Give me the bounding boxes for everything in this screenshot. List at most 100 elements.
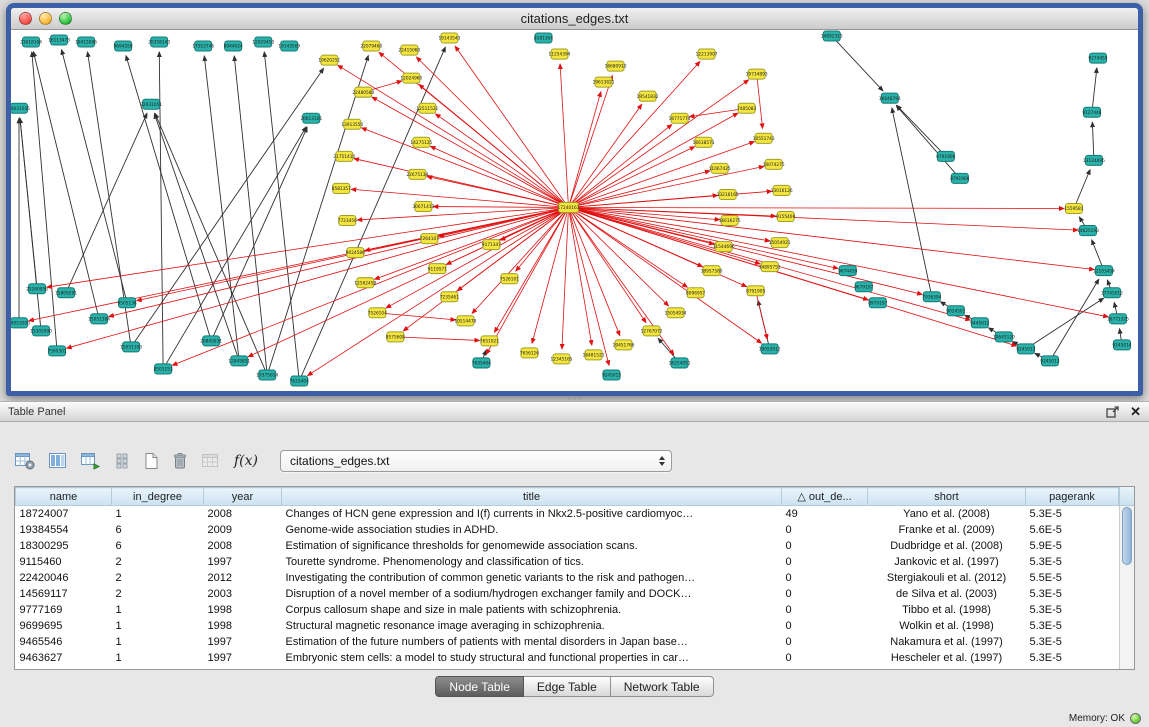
- function-builder-icon[interactable]: f(x): [233, 452, 259, 470]
- graph-node[interactable]: 9245012: [1016, 344, 1035, 354]
- graph-node[interactable]: 22631051: [140, 99, 162, 109]
- graph-node[interactable]: 16481521: [583, 350, 605, 360]
- zoom-window-button[interactable]: [59, 12, 72, 25]
- graph-node[interactable]: 9119571: [428, 264, 447, 274]
- graph-node[interactable]: 1559581: [1064, 203, 1083, 213]
- tab-network-table[interactable]: Network Table: [611, 676, 714, 697]
- graph-node[interactable]: 9024586: [346, 248, 365, 258]
- show-columns-icon[interactable]: [47, 451, 69, 471]
- table-mode-icon[interactable]: [14, 451, 36, 471]
- graph-node[interactable]: 19143509: [278, 41, 300, 51]
- graph-node[interactable]: 12213907: [696, 49, 718, 59]
- graph-node[interactable]: 8791905: [746, 286, 765, 296]
- graph-node[interactable]: 18415096: [75, 37, 97, 47]
- graph-node[interactable]: 9245013: [1040, 356, 1059, 366]
- table-row[interactable]: 969969511998Structural magnetic resonanc…: [16, 618, 1119, 634]
- scrollbar-thumb[interactable]: [1122, 507, 1132, 565]
- graph-node[interactable]: 15305090: [30, 326, 52, 336]
- close-window-button[interactable]: [19, 12, 32, 25]
- graph-node[interactable]: 16771325: [1107, 314, 1129, 324]
- network-canvas[interactable]: 2161810416113473184150969694559203581431…: [11, 30, 1138, 391]
- graph-node[interactable]: 9245014: [1112, 340, 1131, 350]
- graph-node[interactable]: 14275125: [410, 137, 432, 147]
- tab-edge-table[interactable]: Edge Table: [524, 676, 611, 697]
- column-header-year[interactable]: year: [204, 488, 282, 506]
- graph-node[interactable]: 19375614: [256, 370, 278, 380]
- graph-node[interactable]: 7264107: [420, 234, 439, 244]
- graph-node[interactable]: 19620251: [318, 55, 340, 65]
- graph-node[interactable]: 16616275: [719, 216, 741, 226]
- graph-node[interactable]: 9274459: [1088, 53, 1107, 63]
- graph-node[interactable]: 15809291: [55, 288, 77, 298]
- graph-node[interactable]: 12103454: [1093, 266, 1115, 276]
- graph-node[interactable]: 8501253: [154, 364, 173, 374]
- graph-node[interactable]: 8575608: [386, 332, 405, 342]
- graph-node[interactable]: 8944024: [224, 41, 243, 51]
- graph-node[interactable]: 13913550: [341, 119, 363, 129]
- graph-node[interactable]: 7625404: [290, 376, 309, 386]
- column-header-pagerank[interactable]: pagerank: [1026, 488, 1119, 506]
- graph-node[interactable]: 17745012: [1101, 288, 1123, 298]
- column-header-name[interactable]: name: [16, 488, 112, 506]
- graph-node[interactable]: 15054934: [665, 308, 687, 318]
- graph-node[interactable]: 7526104: [368, 308, 387, 318]
- table-row[interactable]: 946554611997Estimation of the future num…: [16, 634, 1119, 650]
- graph-node[interactable]: 7235461: [440, 292, 459, 302]
- column-header-out_de[interactable]: △ out_de...: [782, 488, 868, 506]
- table-row[interactable]: 1456911722003Disruption of a novel membe…: [16, 586, 1119, 602]
- graph-node[interactable]: 20631035: [11, 103, 30, 113]
- graph-node[interactable]: 8791906: [950, 173, 969, 183]
- graph-node[interactable]: 14892315: [821, 31, 843, 41]
- table-row[interactable]: 2242004622012Investigating the contribut…: [16, 570, 1119, 586]
- graph-node[interactable]: 10551743: [753, 133, 775, 143]
- graph-node[interactable]: 11544696: [713, 242, 735, 252]
- graph-node[interactable]: 16638573: [693, 137, 715, 147]
- graph-node[interactable]: 10514478: [454, 316, 476, 326]
- graph-node[interactable]: 18957580: [701, 266, 723, 276]
- graph-node[interactable]: 19143543: [438, 33, 460, 43]
- graph-node[interactable]: 12024960: [400, 73, 422, 83]
- minimize-window-button[interactable]: [39, 12, 52, 25]
- graph-node[interactable]: 9245015: [602, 370, 621, 380]
- graph-node[interactable]: 16680910: [605, 61, 627, 71]
- graph-node[interactable]: 20845831: [200, 336, 222, 346]
- column-header-short[interactable]: short: [868, 488, 1026, 506]
- float-panel-icon[interactable]: [1106, 406, 1120, 418]
- graph-node[interactable]: 13216165: [717, 189, 739, 199]
- graph-node[interactable]: 22480580: [352, 87, 374, 97]
- graph-node[interactable]: 7590301: [47, 346, 66, 356]
- graph-node[interactable]: 22415060: [398, 45, 420, 55]
- graph-node[interactable]: 13016126: [771, 185, 793, 195]
- table-scrollbar[interactable]: [1119, 506, 1134, 669]
- close-panel-icon[interactable]: ✕: [1130, 406, 1141, 418]
- graph-node[interactable]: 15051393: [120, 342, 142, 352]
- table-source-select[interactable]: citations_edges.txt: [280, 450, 672, 472]
- graph-node[interactable]: 9445012: [970, 318, 989, 328]
- graph-node[interactable]: 20613101: [300, 113, 322, 123]
- table-row[interactable]: 977716911998Corpus callosum shape and si…: [16, 602, 1119, 618]
- table-row[interactable]: 946362711997Embryonic stem cells: a mode…: [16, 650, 1119, 666]
- graph-node[interactable]: 9505136: [118, 298, 137, 308]
- graph-node[interactable]: 12029453: [252, 37, 274, 47]
- graph-node[interactable]: 21618104: [20, 37, 42, 47]
- graph-node[interactable]: 12511521: [416, 103, 438, 113]
- delete-icon[interactable]: [171, 451, 189, 471]
- table-row[interactable]: 1872400712008Changes of HCN gene express…: [16, 506, 1119, 522]
- graph-node[interactable]: 16648794: [879, 93, 901, 103]
- graph-node[interactable]: 19613821: [593, 77, 615, 87]
- graph-node[interactable]: 6791906: [936, 151, 955, 161]
- graph-node[interactable]: 17553746: [192, 41, 214, 51]
- graph-node[interactable]: 25260056: [26, 284, 48, 294]
- graph-node[interactable]: 10645120: [993, 332, 1015, 342]
- graph-node[interactable]: 19053003: [11, 318, 30, 328]
- graph-node[interactable]: 11254394: [549, 49, 571, 59]
- graph-node[interactable]: 9694559: [114, 41, 133, 51]
- graph-node[interactable]: 16254051: [669, 358, 691, 368]
- graph-node[interactable]: 8979197: [868, 298, 887, 308]
- create-column-icon[interactable]: [80, 451, 102, 471]
- graph-node[interactable]: 22079460: [360, 41, 382, 51]
- graph-node[interactable]: 19734893: [746, 69, 768, 79]
- graph-node[interactable]: 7651021: [480, 336, 499, 346]
- graph-node[interactable]: 22675134: [406, 169, 428, 179]
- graph-node[interactable]: 7635404: [472, 358, 491, 368]
